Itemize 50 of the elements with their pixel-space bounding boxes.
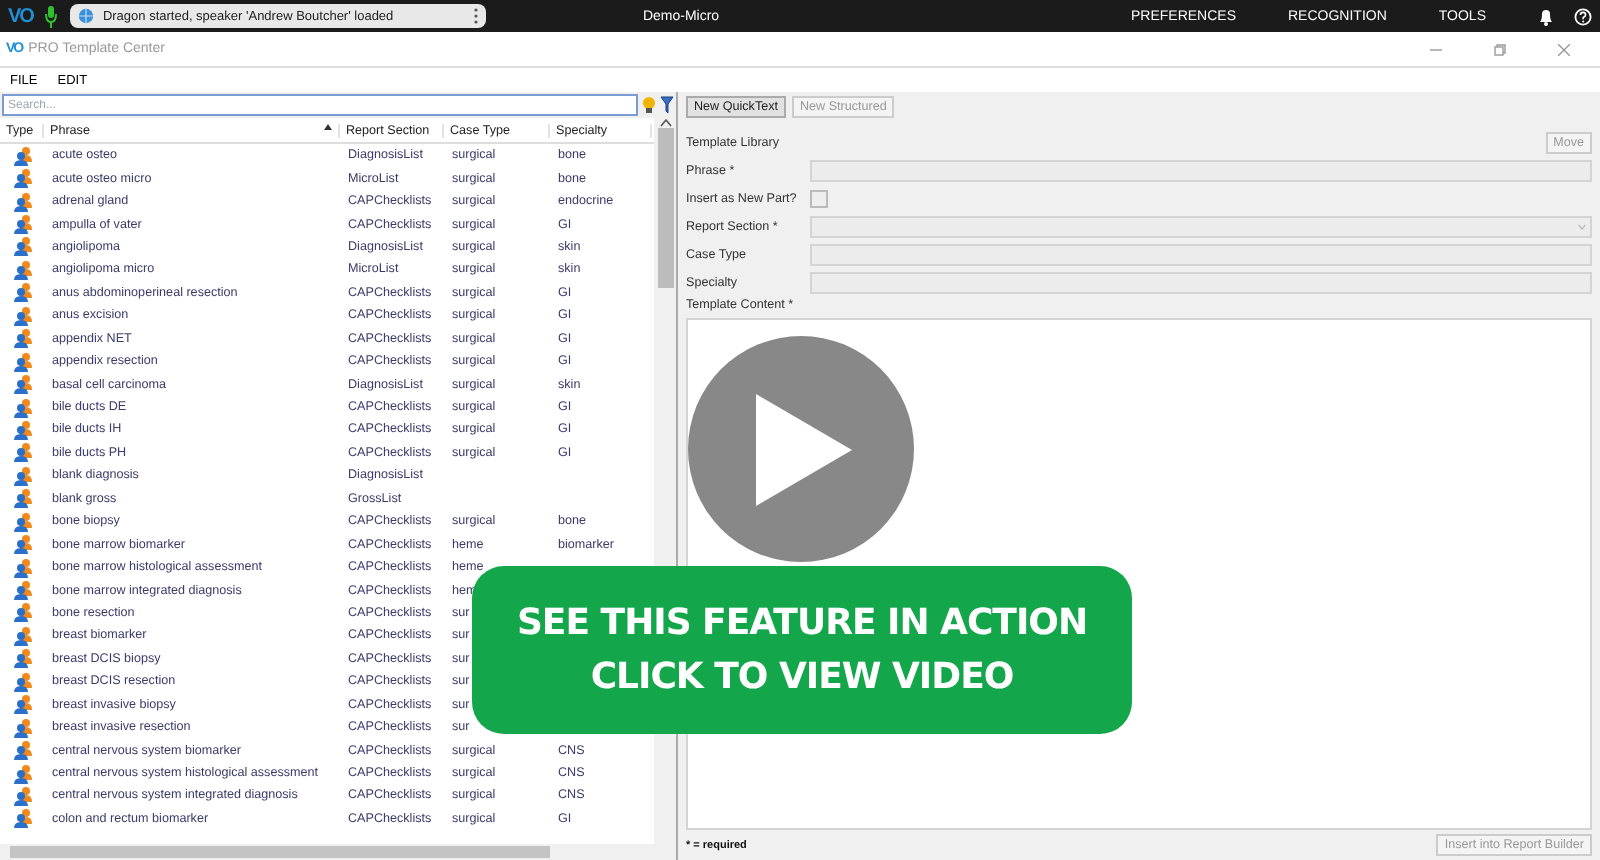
- users-icon: [13, 168, 31, 189]
- users-icon: [13, 214, 31, 235]
- users-icon: [13, 442, 31, 463]
- users-icon: [13, 557, 31, 578]
- users-icon: [13, 191, 31, 212]
- scrollbar-thumb[interactable]: [10, 846, 550, 858]
- help-icon[interactable]: [1574, 7, 1592, 25]
- users-icon: [13, 808, 31, 829]
- users-icon: [13, 602, 31, 623]
- users-icon: [13, 671, 31, 692]
- users-icon: [13, 648, 31, 669]
- more-icon[interactable]: [474, 8, 479, 24]
- users-icon: [13, 259, 31, 280]
- checkbox[interactable]: [810, 189, 828, 207]
- users-icon: [13, 694, 31, 715]
- scrollbar-thumb[interactable]: [657, 128, 673, 288]
- globe-icon: [78, 8, 95, 24]
- maximize-icon[interactable]: [1494, 43, 1506, 55]
- close-icon[interactable]: [1558, 43, 1570, 55]
- users-icon: [13, 236, 31, 257]
- users-icon: [13, 465, 31, 486]
- input-field[interactable]: [810, 243, 1592, 265]
- minimize-icon[interactable]: [1430, 43, 1442, 55]
- filter-icon[interactable]: [660, 96, 674, 114]
- scroll-up-icon[interactable]: [659, 118, 671, 128]
- users-icon: [13, 374, 31, 395]
- users-icon: [13, 488, 31, 509]
- users-icon: [13, 305, 31, 326]
- users-icon: [13, 625, 31, 646]
- users-icon: [13, 717, 31, 738]
- play-icon: [751, 393, 851, 505]
- input-field[interactable]: [810, 159, 1592, 181]
- users-icon: [13, 785, 31, 806]
- microphone-icon: [44, 5, 59, 27]
- users-icon: [13, 763, 31, 784]
- users-icon: [13, 580, 31, 601]
- users-icon: [13, 328, 31, 349]
- users-icon: [13, 511, 31, 532]
- users-icon: [13, 282, 31, 303]
- input-field[interactable]: [810, 271, 1592, 293]
- users-icon: [13, 740, 31, 761]
- app-logo: VO: [8, 5, 33, 27]
- users-icon: [13, 351, 31, 372]
- bell-icon[interactable]: [1538, 7, 1554, 25]
- users-icon: [13, 397, 31, 418]
- chevron-down-icon: [1578, 223, 1586, 229]
- users-icon: [13, 534, 31, 555]
- users-icon: [13, 145, 31, 166]
- users-icon: [13, 419, 31, 440]
- lightbulb-icon[interactable]: [642, 96, 656, 114]
